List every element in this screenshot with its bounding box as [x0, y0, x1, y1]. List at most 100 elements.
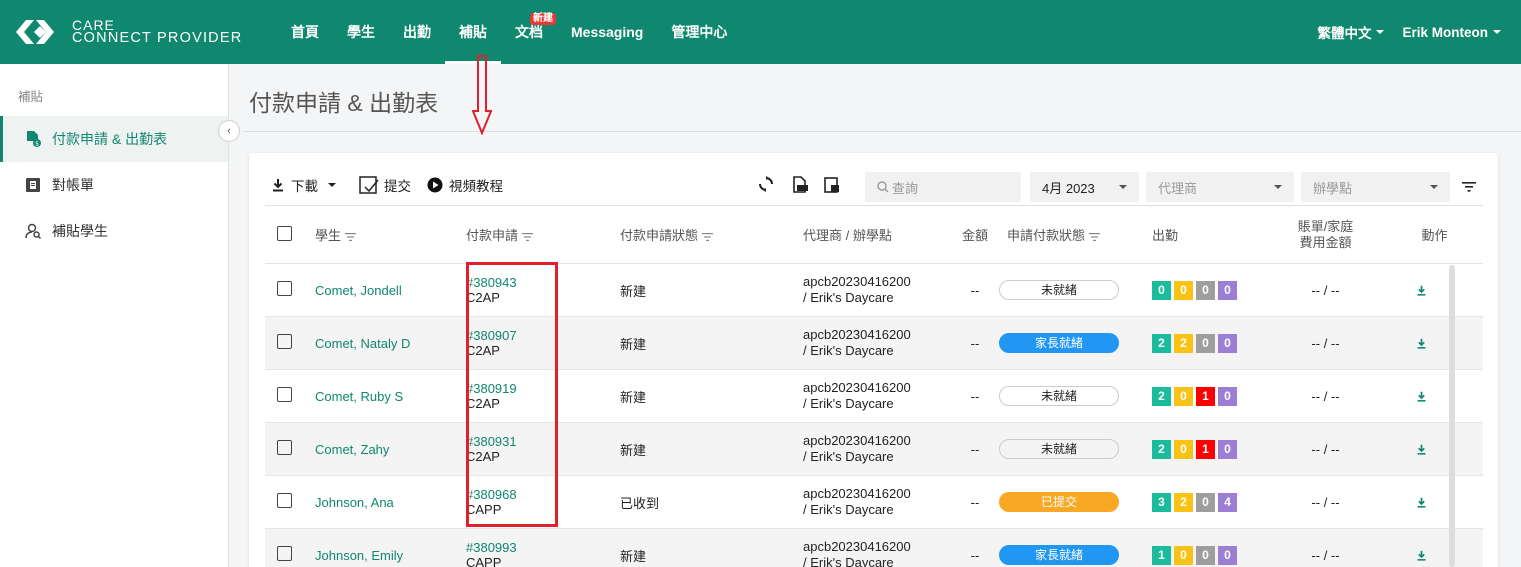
amount-cell: --: [951, 475, 999, 529]
student-link[interactable]: Johnson, Emily: [315, 548, 403, 563]
header-select-all[interactable]: [265, 205, 298, 264]
sidebar-item-subsidized-students[interactable]: 補貼學生: [0, 208, 228, 254]
request-cell: #380993 CAPP: [466, 528, 620, 567]
table-row[interactable]: Comet, Nataly D #380907 C2AP 新建 apcb2023…: [265, 316, 1483, 370]
spreadsheet-icon: [824, 177, 839, 193]
download-icon[interactable]: [1416, 550, 1427, 561]
submit-button[interactable]: 提交: [359, 175, 411, 195]
download-icon[interactable]: [1416, 338, 1427, 349]
table-row[interactable]: Comet, Ruby S #380919 C2AP 新建 apcb202304…: [265, 369, 1483, 423]
nav-home[interactable]: 首頁: [277, 0, 333, 64]
attendance-cell: 2200: [1145, 316, 1265, 370]
student-link[interactable]: Comet, Ruby S: [315, 389, 403, 404]
table-row[interactable]: Johnson, Emily #380993 CAPP 新建 apcb20230…: [265, 528, 1483, 567]
bill-cell: -- / --: [1265, 475, 1386, 529]
sort-filter-icon[interactable]: [1089, 232, 1101, 241]
user-dropdown[interactable]: Erik Monteon: [1402, 25, 1501, 40]
select-cell: [265, 316, 298, 370]
student-link[interactable]: Comet, Nataly D: [315, 336, 410, 351]
search-input[interactable]: 查詢: [865, 172, 1021, 202]
sidebar-item-payment-requests[interactable]: $ 付款申請 & 出勤表: [0, 116, 228, 162]
agency-select[interactable]: 代理商: [1146, 172, 1294, 202]
row-checkbox[interactable]: [277, 387, 292, 402]
select-cell: [265, 528, 298, 567]
table-scrollbar[interactable]: [1449, 265, 1455, 567]
request-status-cell: 新建: [620, 316, 803, 370]
checkbox[interactable]: [277, 225, 292, 241]
sort-filter-icon[interactable]: [522, 232, 534, 241]
student-cell: Comet, Zahy: [298, 422, 466, 476]
attendance-count-badge: 2: [1152, 333, 1171, 353]
export-pdf-button[interactable]: [792, 176, 808, 196]
table-row[interactable]: Johnson, Ana #380968 CAPP 已收到 apcb202304…: [265, 475, 1483, 529]
row-checkbox[interactable]: [277, 440, 292, 455]
student-link[interactable]: Comet, Jondell: [315, 283, 402, 298]
filter-button[interactable]: [1462, 180, 1476, 195]
top-navbar: CARE CONNECT PROVIDER 首頁 學生 出勤 補貼 文档 新建 …: [0, 0, 1521, 64]
header-request[interactable]: 付款申請: [466, 205, 620, 264]
apply-status-pill: 未就緒: [999, 280, 1119, 300]
attendance-cell: 2010: [1145, 422, 1265, 476]
refresh-button[interactable]: [758, 176, 774, 195]
bill-cell: -- / --: [1265, 528, 1386, 567]
attendance-count-badge: 0: [1196, 545, 1215, 565]
submit-label: 提交: [384, 179, 411, 194]
sort-filter-icon[interactable]: [345, 232, 357, 241]
video-tutorial-button[interactable]: 視頻教程: [427, 175, 503, 195]
bill-cell: -- / --: [1265, 422, 1386, 476]
svg-text:$: $: [35, 141, 39, 148]
row-checkbox[interactable]: [277, 281, 292, 296]
nav-messaging[interactable]: Messaging: [557, 0, 657, 64]
download-icon[interactable]: [1416, 285, 1427, 296]
play-circle-icon: [427, 177, 443, 193]
header-apply-status[interactable]: 申請付款狀態: [999, 205, 1145, 264]
header-student[interactable]: 學生: [298, 205, 466, 264]
header-request-label: 付款申請: [466, 228, 519, 243]
action-cell: [1386, 422, 1483, 476]
month-select[interactable]: 4月 2023: [1030, 172, 1139, 202]
collapse-sidebar-button[interactable]: ‹: [218, 120, 240, 142]
sidebar-item-label: 對帳單: [52, 177, 94, 193]
download-icon[interactable]: [1416, 444, 1427, 455]
table-row[interactable]: Comet, Jondell #380943 C2AP 新建 apcb20230…: [265, 263, 1483, 317]
sort-filter-icon[interactable]: [702, 232, 714, 241]
row-checkbox[interactable]: [277, 546, 292, 561]
nav-documents[interactable]: 文档 新建: [501, 0, 557, 64]
site-select[interactable]: 辦學點: [1301, 172, 1450, 202]
arrow-down-annotation-icon: [472, 55, 492, 135]
apply-status-pill: 未就緒: [999, 439, 1119, 459]
sidebar-item-statements[interactable]: 對帳單: [0, 162, 228, 208]
student-link[interactable]: Comet, Zahy: [315, 442, 389, 457]
apply-status-pill: 已提交: [999, 492, 1119, 512]
language-dropdown[interactable]: 繁體中文: [1317, 22, 1385, 42]
nav-attendance[interactable]: 出勤: [389, 0, 445, 64]
select-cell: [265, 475, 298, 529]
export-sheet-button[interactable]: [824, 176, 840, 196]
table-row[interactable]: Comet, Zahy #380931 C2AP 新建 apcb20230416…: [265, 422, 1483, 476]
student-cell: Comet, Nataly D: [298, 316, 466, 370]
amount-cell: --: [951, 369, 999, 423]
header-request-status[interactable]: 付款申請狀態: [620, 205, 803, 264]
sidebar-section-title: 補貼: [18, 90, 44, 104]
row-checkbox[interactable]: [277, 493, 292, 508]
amount-cell: --: [951, 528, 999, 567]
action-cell: [1386, 369, 1483, 423]
statement-icon: [26, 178, 40, 192]
download-dropdown[interactable]: 下載: [271, 175, 336, 195]
attendance-count-badge: 3: [1152, 492, 1171, 512]
student-cell: Comet, Jondell: [298, 263, 466, 317]
download-icon[interactable]: [1416, 497, 1427, 508]
brand-line2: CONNECT PROVIDER: [72, 30, 243, 46]
agency-cell: apcb20230416200 / Erik's Daycare: [803, 422, 951, 476]
download-icon[interactable]: [1416, 391, 1427, 402]
brand-logo[interactable]: CARE CONNECT PROVIDER: [14, 18, 242, 46]
row-checkbox[interactable]: [277, 334, 292, 349]
request-id-link[interactable]: #380993: [466, 540, 620, 555]
student-link[interactable]: Johnson, Ana: [315, 495, 394, 510]
nav-admin[interactable]: 管理中心: [657, 0, 741, 64]
download-label: 下載: [291, 179, 318, 194]
nav-students[interactable]: 學生: [333, 0, 389, 64]
action-cell: [1386, 263, 1483, 317]
toolbar: 下載 提交 視頻教程 查詢 4月 2023 代理商 辦學點: [249, 153, 1498, 205]
new-badge: 新建: [530, 13, 556, 25]
